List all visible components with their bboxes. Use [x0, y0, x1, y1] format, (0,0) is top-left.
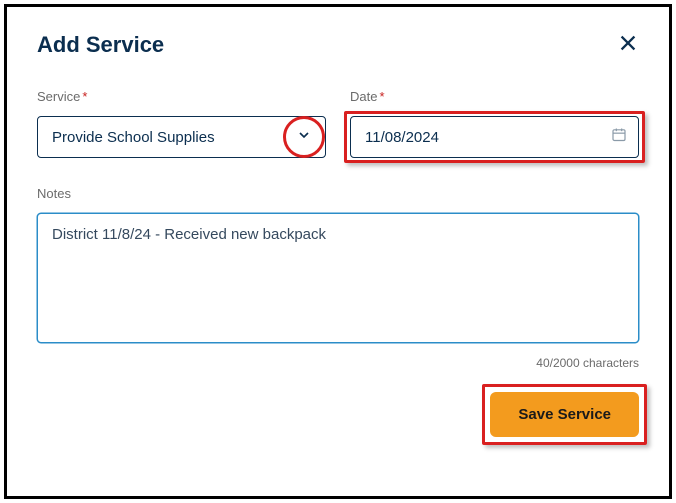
modal-frame: Add Service Service* Date*: [4, 4, 672, 499]
service-select-wrapper: [37, 116, 326, 158]
date-label-text: Date: [350, 89, 377, 104]
date-input-wrapper: [350, 116, 639, 158]
date-group: Date*: [350, 89, 639, 158]
button-row: Save Service: [37, 392, 639, 437]
save-button[interactable]: Save Service: [490, 392, 639, 437]
service-group: Service*: [37, 89, 326, 158]
service-label: Service*: [37, 89, 326, 104]
date-label: Date*: [350, 89, 639, 104]
notes-label: Notes: [37, 186, 639, 201]
char-counter: 40/2000 characters: [37, 356, 639, 370]
modal-header: Add Service: [37, 32, 639, 59]
save-wrapper: Save Service: [490, 392, 639, 437]
service-select[interactable]: [37, 116, 326, 158]
form-row-top: Service* Date*: [37, 89, 639, 158]
close-icon[interactable]: [617, 32, 639, 59]
notes-group: Notes District 11/8/24 - Received new ba…: [37, 186, 639, 370]
required-asterisk: *: [379, 89, 384, 104]
modal-title: Add Service: [37, 32, 164, 58]
notes-textarea[interactable]: District 11/8/24 - Received new backpack: [37, 213, 639, 343]
date-input[interactable]: [350, 116, 639, 158]
service-label-text: Service: [37, 89, 80, 104]
required-asterisk: *: [82, 89, 87, 104]
